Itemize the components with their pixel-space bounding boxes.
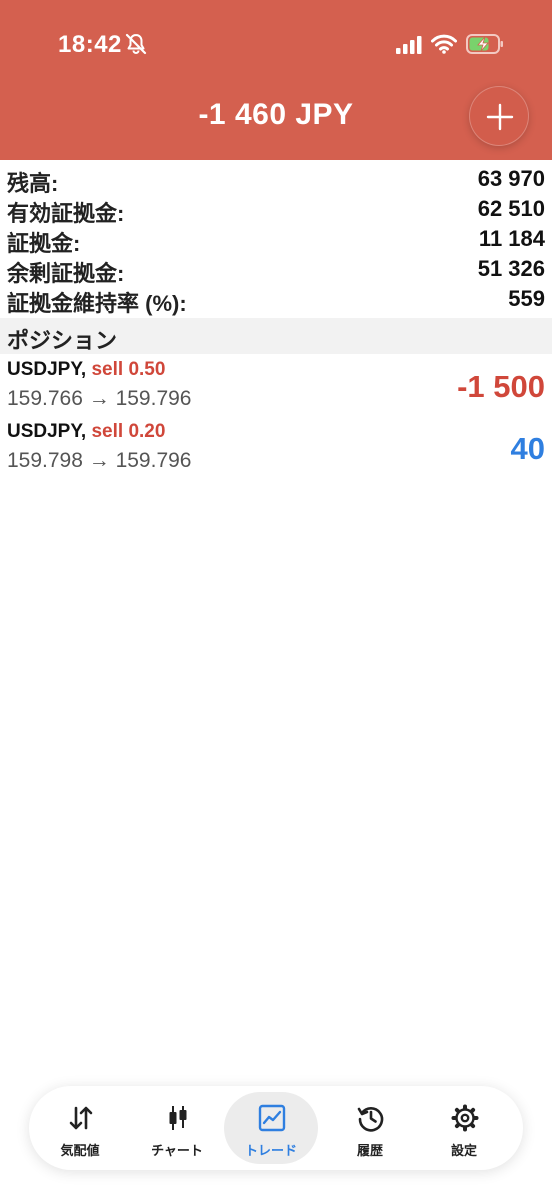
position-side: sell 0.50 [91, 359, 166, 380]
section-title: ポジション [7, 328, 118, 353]
candlestick-chart-icon [169, 1106, 187, 1130]
summary-row-margin-level: 証拠金維持率 (%): 559 [0, 283, 552, 316]
summary-row-balance: 残高: 63 970 [0, 163, 552, 196]
tab-label: トレード [244, 1143, 297, 1158]
battery-charging-icon [466, 34, 503, 54]
position-row[interactable]: USDJPY, sell 0.50 159.766 → 159.796 -1 5… [0, 354, 552, 416]
gear-icon [451, 1104, 479, 1132]
summary-value: 559 [508, 286, 545, 311]
positions-list: USDJPY, sell 0.50 159.766 → 159.796 -1 5… [0, 354, 552, 478]
tab-label: 気配値 [60, 1143, 100, 1158]
summary-value: 11 184 [478, 226, 545, 251]
trade-chart-icon [258, 1104, 286, 1132]
position-row[interactable]: USDJPY, sell 0.20 159.798 → 159.796 40 [0, 416, 552, 478]
position-profit: -1 500 [457, 369, 545, 404]
position-prices: 159.766 → 159.796 [7, 387, 192, 410]
position-prices: 159.798 → 159.796 [7, 449, 192, 472]
history-clock-icon [357, 1107, 384, 1132]
summary-row-equity: 有効証拠金: 62 510 [0, 193, 552, 226]
tab-history[interactable]: 履歴 [323, 1092, 417, 1164]
account-summary: 残高: 63 970 有効証拠金: 62 510 証拠金: 11 184 余剰証… [0, 163, 552, 316]
header-bar: 18:42 -1 460 JPY [0, 0, 552, 160]
summary-value: 51 326 [477, 256, 545, 281]
wifi-icon [431, 34, 457, 54]
bell-muted-icon [125, 33, 147, 55]
position-header: USDJPY, sell 0.20 [7, 421, 165, 443]
position-side: sell 0.20 [91, 421, 166, 442]
status-time: 18:42 [58, 31, 122, 58]
summary-row-margin: 証拠金: 11 184 [0, 223, 552, 256]
position-symbol: USDJPY, [7, 421, 87, 442]
tab-label: 履歴 [356, 1143, 383, 1158]
summary-row-free-margin: 余剰証拠金: 51 326 [0, 253, 552, 286]
tab-trade[interactable]: トレード [224, 1092, 318, 1164]
status-bar: 18:42 [0, 0, 552, 90]
quotes-arrows-icon [69, 1106, 93, 1130]
plus-icon [486, 103, 514, 131]
summary-value: 62 510 [477, 196, 545, 221]
position-symbol: USDJPY, [7, 359, 87, 380]
summary-label: 証拠金維持率 (%): [7, 291, 187, 316]
tab-label: 設定 [450, 1143, 477, 1158]
add-order-button[interactable] [469, 86, 529, 146]
tab-settings[interactable]: 設定 [417, 1092, 511, 1164]
summary-value: 63 970 [477, 166, 545, 191]
bottom-tab-bar: 気配値 チャート トレード 履歴 設定 [29, 1086, 523, 1170]
positions-section-header: ポジション [0, 318, 552, 354]
cellular-signal-icon [396, 36, 422, 54]
tab-label: チャート [151, 1143, 203, 1158]
tab-quotes[interactable]: 気配値 [33, 1092, 127, 1164]
tab-chart[interactable]: チャート [130, 1092, 224, 1164]
position-header: USDJPY, sell 0.50 [7, 359, 165, 381]
position-profit: 40 [510, 431, 545, 466]
